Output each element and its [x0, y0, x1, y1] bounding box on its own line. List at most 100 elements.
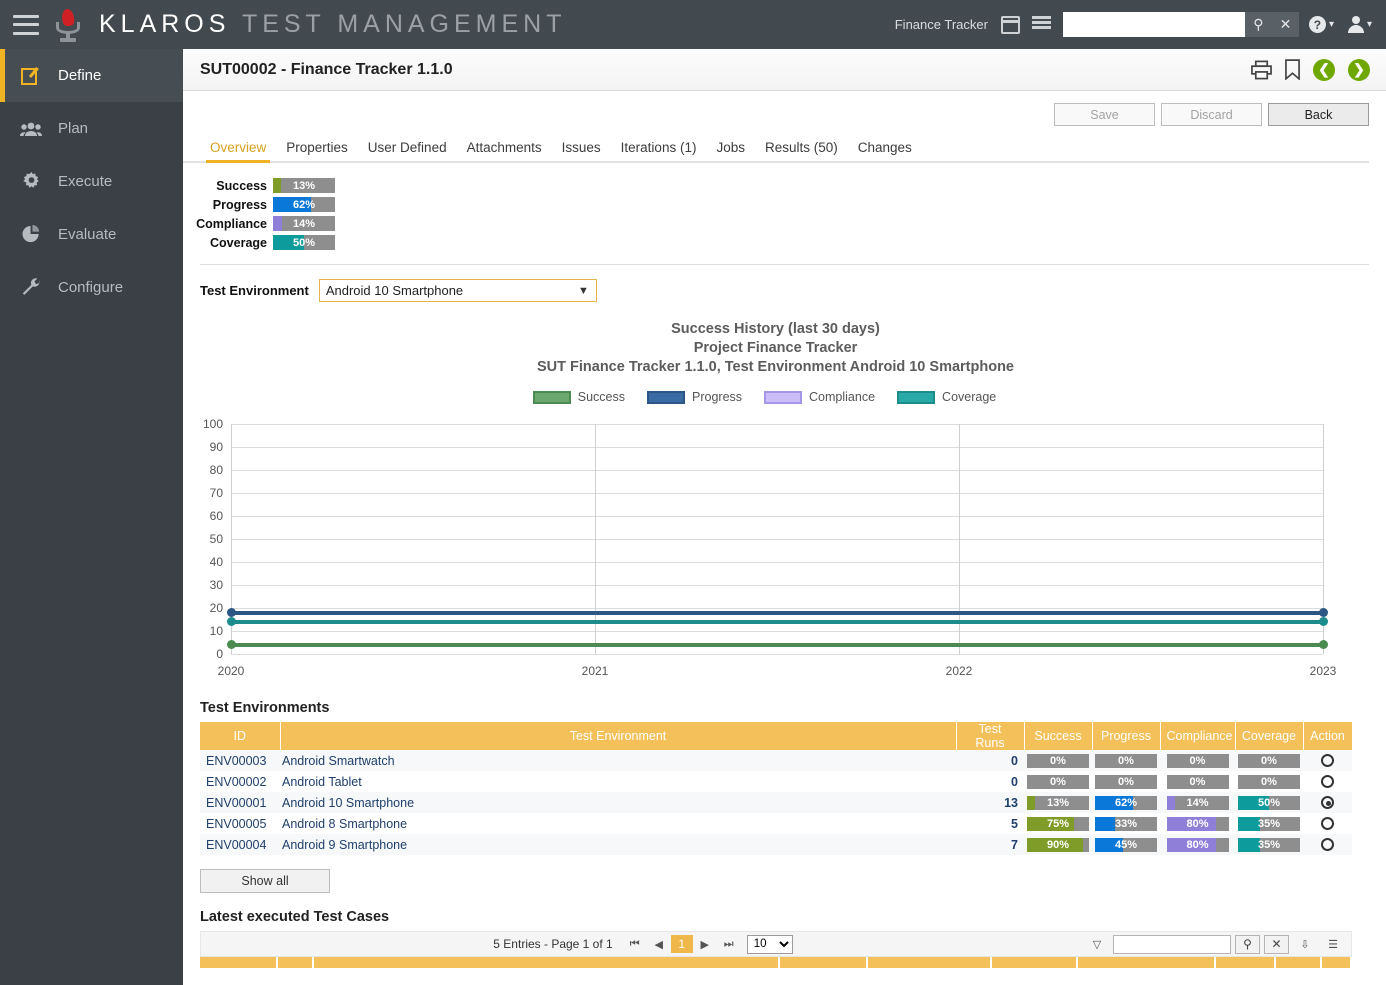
help-icon[interactable]: ?▾ — [1309, 16, 1334, 33]
cell-id[interactable]: ENV00001 — [200, 792, 280, 813]
success-bar: 13% — [1027, 796, 1089, 810]
search-icon[interactable]: ⚲ — [1235, 935, 1260, 954]
cell-id[interactable]: ENV00004 — [200, 834, 280, 855]
hamburger-icon[interactable] — [13, 15, 39, 35]
column-header-cell[interactable] — [868, 957, 992, 968]
print-icon[interactable] — [1251, 60, 1272, 80]
cell-environment-name[interactable]: Android 9 Smartphone — [280, 834, 956, 855]
column-header-cell[interactable] — [314, 957, 780, 968]
sidebar-item-plan[interactable]: Plan — [0, 102, 183, 155]
server-icon[interactable] — [1032, 16, 1051, 34]
page-size-select[interactable]: 102050100 — [747, 935, 793, 954]
y-axis-tick: 10 — [183, 624, 223, 638]
user-menu[interactable]: ▾ — [1348, 16, 1372, 33]
table-row[interactable]: ENV00002Android Tablet00%0%0%0% — [200, 771, 1352, 792]
column-header-test-runs[interactable]: Test Runs — [956, 722, 1024, 750]
sidebar-item-configure[interactable]: Configure — [0, 261, 183, 314]
next-page-icon[interactable]: ▶ — [693, 933, 717, 955]
environment-radio[interactable] — [1321, 817, 1334, 830]
cell-progress: 33% — [1092, 813, 1160, 834]
cell-id[interactable]: ENV00005 — [200, 813, 280, 834]
data-point — [227, 608, 236, 617]
back-button[interactable]: Back — [1268, 103, 1369, 126]
previous-page-icon[interactable]: ◀ — [647, 933, 671, 955]
table-row[interactable]: ENV00001Android 10 Smartphone1313%62%14%… — [200, 792, 1352, 813]
bookmark-icon[interactable] — [1285, 59, 1300, 80]
cell-environment-name[interactable]: Android Smartwatch — [280, 750, 956, 771]
sidebar-item-define[interactable]: Define — [0, 49, 183, 102]
next-arrow-icon[interactable]: ❯ — [1348, 59, 1370, 81]
tab-results[interactable]: Results (50) — [755, 136, 848, 161]
tab-changes[interactable]: Changes — [848, 136, 922, 161]
sidebar-item-evaluate[interactable]: Evaluate — [0, 208, 183, 261]
column-header-progress[interactable]: Progress — [1092, 722, 1160, 750]
cell-coverage: 0% — [1235, 771, 1303, 792]
clear-icon[interactable]: ✕ — [1272, 12, 1299, 37]
show-all-button[interactable]: Show all — [200, 869, 330, 893]
column-header-environment[interactable]: Test Environment — [280, 722, 956, 750]
environment-select[interactable]: Android 10 Smartphone ▼ — [319, 279, 597, 302]
bar-value: 14% — [1167, 796, 1229, 810]
x-axis-tick: 2023 — [1310, 664, 1337, 678]
tab-iterations[interactable]: Iterations (1) — [611, 136, 707, 161]
cell-id[interactable]: ENV00002 — [200, 771, 280, 792]
column-header-cell[interactable] — [1322, 957, 1352, 968]
save-button[interactable]: Save — [1054, 103, 1155, 126]
y-axis-tick: 90 — [183, 440, 223, 454]
sidebar-item-execute[interactable]: Execute — [0, 155, 183, 208]
menu-icon[interactable]: ☰ — [1321, 933, 1345, 955]
table-row[interactable]: ENV00004Android 9 Smartphone790%45%80%35… — [200, 834, 1352, 855]
table-search-input[interactable] — [1113, 935, 1231, 954]
tab-jobs[interactable]: Jobs — [706, 136, 755, 161]
tab-overview[interactable]: Overview — [200, 136, 276, 161]
environment-radio[interactable] — [1321, 796, 1334, 809]
first-page-icon[interactable]: ⏮ — [623, 933, 647, 955]
y-axis-tick: 100 — [183, 417, 223, 431]
column-header-id[interactable]: ID — [200, 722, 280, 750]
discard-button[interactable]: Discard — [1161, 103, 1262, 126]
data-point — [1319, 608, 1328, 617]
column-header-cell[interactable] — [1216, 957, 1276, 968]
cell-environment-name[interactable]: Android 8 Smartphone — [280, 813, 956, 834]
column-header-cell[interactable] — [278, 957, 314, 968]
column-header-compliance[interactable]: Compliance — [1160, 722, 1235, 750]
search-input[interactable] — [1063, 12, 1245, 37]
column-header-cell[interactable] — [992, 957, 1078, 968]
cell-environment-name[interactable]: Android Tablet — [280, 771, 956, 792]
environment-radio[interactable] — [1321, 754, 1334, 767]
metric-value: 14% — [273, 216, 335, 231]
metric-label: Progress — [183, 198, 273, 212]
environment-radio[interactable] — [1321, 838, 1334, 851]
tab-user-defined[interactable]: User Defined — [358, 136, 457, 161]
cell-compliance: 80% — [1160, 834, 1235, 855]
tab-issues[interactable]: Issues — [552, 136, 611, 161]
column-header-cell[interactable] — [1078, 957, 1216, 968]
tab-attachments[interactable]: Attachments — [457, 136, 552, 161]
cell-environment-name[interactable]: Android 10 Smartphone — [280, 792, 956, 813]
coverage-bar: 35% — [1238, 838, 1300, 852]
metric-bar-coverage: 50% — [273, 235, 335, 250]
table-row[interactable]: ENV00005Android 8 Smartphone575%33%80%35… — [200, 813, 1352, 834]
environment-radio[interactable] — [1321, 775, 1334, 788]
column-header-cell[interactable] — [200, 957, 278, 968]
column-header-success[interactable]: Success — [1024, 722, 1092, 750]
export-icon[interactable]: ⇩ — [1293, 933, 1317, 955]
current-page-number[interactable]: 1 — [671, 935, 693, 953]
column-header-action[interactable]: Action — [1303, 722, 1352, 750]
chart-title-line1: Success History (last 30 days) — [183, 320, 1368, 339]
last-page-icon[interactable]: ⏭ — [717, 933, 741, 955]
filter-icon[interactable]: ▽ — [1085, 933, 1109, 955]
column-header-cell[interactable] — [780, 957, 868, 968]
metric-label: Compliance — [183, 217, 273, 231]
cell-test-runs: 0 — [956, 771, 1024, 792]
column-header-cell[interactable] — [1276, 957, 1322, 968]
table-row[interactable]: ENV00003Android Smartwatch00%0%0%0% — [200, 750, 1352, 771]
cell-id[interactable]: ENV00003 — [200, 750, 280, 771]
column-header-coverage[interactable]: Coverage — [1235, 722, 1303, 750]
coverage-bar: 0% — [1238, 754, 1300, 768]
archive-box-icon[interactable] — [1001, 16, 1020, 34]
previous-arrow-icon[interactable]: ❮ — [1313, 59, 1335, 81]
clear-icon[interactable]: ✕ — [1264, 935, 1289, 954]
search-icon[interactable]: ⚲ — [1245, 12, 1272, 37]
tab-properties[interactable]: Properties — [276, 136, 358, 161]
